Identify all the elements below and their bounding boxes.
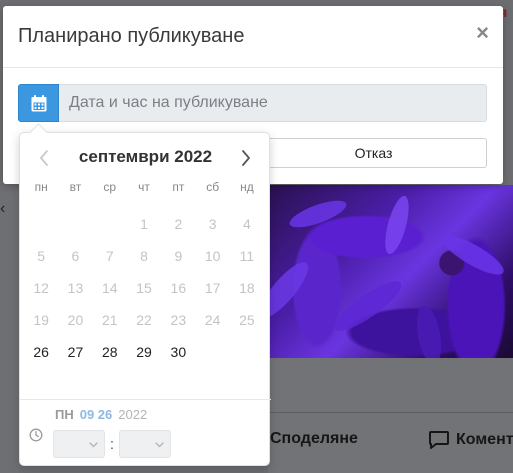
comment-action: Коментар: [428, 430, 513, 450]
day-cell: 11: [239, 248, 255, 264]
weekday-label: нд: [240, 180, 254, 194]
day-cell: 6: [71, 248, 80, 264]
datepicker-divider: [20, 399, 271, 400]
selected-date-display: ПН 09 26 2022: [55, 407, 147, 422]
close-icon[interactable]: ×: [476, 22, 489, 44]
weekday-label: вт: [69, 180, 82, 194]
day-cell: 7: [105, 248, 114, 264]
minute-select[interactable]: [119, 430, 171, 458]
day-cell: 13: [67, 280, 84, 296]
day-cell: 20: [67, 312, 84, 328]
day-cell-empty: [230, 336, 264, 368]
day-cell[interactable]: 30: [161, 336, 195, 368]
clock-icon: [29, 428, 43, 442]
day-cell-empty: [195, 336, 229, 368]
comment-action-label: Коментар: [456, 431, 513, 448]
weekday-label: пн: [34, 180, 48, 194]
comment-icon: [429, 431, 449, 449]
selected-weekday: ПН: [55, 407, 74, 422]
day-cell: 10: [204, 248, 221, 264]
day-cell: 21: [101, 312, 118, 328]
share-action: Споделяне: [270, 430, 358, 447]
day-cell: 19: [33, 312, 49, 328]
days-grid: 1 2 3 4 5 6 7 8 9 10 11 12 13 14 15 16 17 18 19 20 21 22 23 24 2…: [24, 208, 267, 368]
background-left-chevron-icon: ‹: [0, 200, 6, 217]
day-cell: 24: [204, 312, 221, 328]
day-cell: 23: [170, 312, 187, 328]
selected-month-day: 09 26: [79, 407, 113, 422]
day-cell: 14: [101, 280, 118, 296]
day-cell: 2: [174, 216, 183, 232]
day-cell: 8: [140, 248, 148, 264]
hour-select[interactable]: [53, 430, 105, 458]
day-cell: 9: [174, 248, 183, 264]
modal-header: Планирано публикуване ×: [3, 6, 503, 68]
chevron-right-icon: [242, 150, 250, 166]
day-cell: 15: [136, 280, 152, 296]
publish-datetime-input[interactable]: [59, 84, 487, 122]
weekday-label: пт: [172, 180, 185, 194]
day-cell: 25: [239, 312, 255, 328]
day-cell: 18: [239, 280, 255, 296]
day-cell: 17: [204, 280, 221, 296]
day-cell: 12: [33, 280, 49, 296]
selected-year: 2022: [118, 407, 148, 422]
day-cell-empty: [93, 208, 127, 240]
calendar-button[interactable]: [18, 84, 59, 122]
time-separator: :: [109, 435, 115, 453]
day-cell-empty: [24, 208, 58, 240]
day-cell: 5: [37, 248, 46, 264]
next-month-button[interactable]: [234, 145, 258, 171]
publish-datetime-group: [18, 84, 487, 122]
post-image: [268, 185, 513, 358]
day-cell[interactable]: 29: [127, 336, 161, 368]
chevron-down-icon: [89, 442, 98, 448]
datepicker-header: септември 2022: [20, 145, 271, 171]
day-cell[interactable]: 26: [24, 336, 58, 368]
modal-title: Планирано публикуване: [18, 25, 245, 47]
day-cell-empty: [58, 208, 92, 240]
weekday-header: пн вт ср чт пт сб нд: [24, 180, 267, 194]
calendar-icon: [31, 94, 46, 111]
background-left-strip: [0, 185, 20, 473]
day-cell: 22: [136, 312, 152, 328]
day-cell: 16: [170, 280, 187, 296]
day-cell: 1: [140, 216, 148, 232]
datepicker-popup: септември 2022 пн вт ср чт пт сб нд 1234…: [19, 132, 271, 466]
time-picker: :: [53, 430, 171, 458]
weekday-label: чт: [138, 180, 150, 194]
weekday-label: сб: [206, 180, 220, 194]
chevron-down-icon: [155, 442, 164, 448]
day-cell: 4: [243, 216, 251, 232]
weekday-label: ср: [103, 180, 117, 194]
day-cell[interactable]: 28: [93, 336, 127, 368]
day-cell[interactable]: 27: [58, 336, 92, 368]
cancel-button[interactable]: Отказ: [260, 138, 487, 168]
day-cell: 3: [208, 216, 217, 232]
